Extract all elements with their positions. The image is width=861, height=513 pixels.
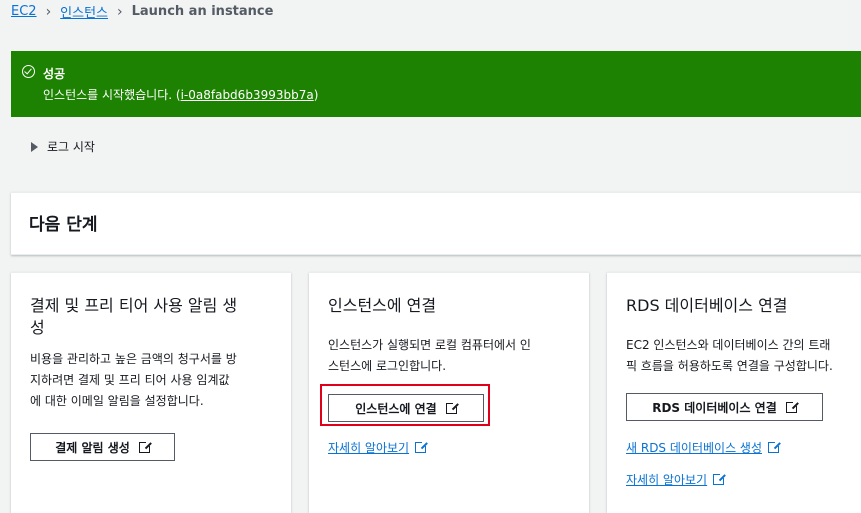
- create-rds-link[interactable]: 새 RDS 데이터베이스 생성: [626, 439, 781, 456]
- connect-rds-button[interactable]: RDS 데이터베이스 연결: [626, 393, 823, 421]
- breadcrumb: EC2 › 인스턴스 › Launch an instance: [11, 2, 274, 22]
- caret-right-icon: [31, 141, 38, 152]
- card-desc-line3: 에 대한 이메일 알림을 설정합니다.: [30, 394, 204, 408]
- card-title-line1: 결제 및 프리 티어 사용 알림 생: [30, 296, 238, 315]
- button-label: 결제 알림 생성: [55, 440, 130, 455]
- card-title: 결제 및 프리 티어 사용 알림 생 성: [30, 295, 237, 339]
- breadcrumb-ec2-link[interactable]: EC2: [11, 4, 37, 19]
- card-title-line2: 성: [30, 318, 45, 337]
- learn-more-link[interactable]: 자세히 알아보기: [626, 471, 727, 488]
- highlight-box: [320, 384, 490, 426]
- card-description: 인스턴스가 실행되면 로컬 컴퓨터에서 인 스턴스에 로그인합니다.: [328, 335, 531, 377]
- card-desc-line2: 픽 흐름을 허용하도록 연결을 구성합니다.: [626, 359, 833, 373]
- breadcrumb-current: Launch an instance: [131, 4, 274, 19]
- link-label: 자세히 알아보기: [328, 441, 410, 455]
- create-billing-alert-button[interactable]: 결제 알림 생성: [30, 433, 175, 461]
- external-link-icon: [785, 399, 799, 413]
- flash-message-suffix: ): [313, 88, 319, 102]
- log-expander-label: 로그 시작: [47, 140, 95, 154]
- breadcrumb-instances-link[interactable]: 인스턴스: [60, 2, 108, 21]
- chevron-right-icon: ›: [45, 3, 52, 20]
- card-title: RDS 데이터베이스 연결: [626, 296, 788, 315]
- card-description: EC2 인스턴스와 데이터베이스 간의 트래 픽 흐름을 허용하도록 연결을 구…: [626, 335, 833, 377]
- log-expander[interactable]: 로그 시작: [31, 138, 95, 155]
- success-flash: 성공 인스턴스를 시작했습니다. (i-0a8fabd6b3993bb7a): [11, 51, 861, 117]
- flash-message-prefix: 인스턴스를 시작했습니다. (: [43, 88, 181, 102]
- card-desc-line1: EC2 인스턴스와 데이터베이스 간의 트래: [626, 338, 831, 352]
- link-label: 새 RDS 데이터베이스 생성: [626, 441, 762, 455]
- rds-connect-card: RDS 데이터베이스 연결 EC2 인스턴스와 데이터베이스 간의 트래 픽 흐…: [607, 272, 861, 513]
- learn-more-link[interactable]: 자세히 알아보기: [328, 439, 429, 456]
- card-desc-line1: 인스턴스가 실행되면 로컬 컴퓨터에서 인: [328, 338, 531, 352]
- card-desc-line1: 비용을 관리하고 높은 금액의 청구서를 방: [30, 352, 237, 366]
- next-steps-panel: 다음 단계: [11, 192, 861, 255]
- flash-title: 성공: [43, 67, 66, 81]
- button-label: RDS 데이터베이스 연결: [652, 400, 777, 415]
- external-link-icon: [138, 439, 152, 453]
- instance-id-link[interactable]: i-0a8fabd6b3993bb7a: [181, 88, 314, 102]
- external-link-icon: [713, 472, 727, 485]
- success-check-icon: [22, 65, 35, 78]
- card-desc-line2: 지하려면 결제 및 프리 티어 사용 임계값: [30, 373, 230, 387]
- chevron-right-icon: ›: [117, 3, 123, 20]
- external-link-icon: [415, 440, 429, 453]
- external-link-icon: [768, 440, 781, 453]
- flash-message: 인스턴스를 시작했습니다. (i-0a8fabd6b3993bb7a): [43, 86, 318, 103]
- card-description: 비용을 관리하고 높은 금액의 청구서를 방 지하려면 결제 및 프리 티어 사…: [30, 349, 237, 412]
- next-steps-title: 다음 단계: [29, 215, 98, 235]
- billing-alert-card: 결제 및 프리 티어 사용 알림 생 성 비용을 관리하고 높은 금액의 청구서…: [11, 272, 291, 513]
- card-title: 인스턴스에 연결: [328, 296, 437, 315]
- link-label: 자세히 알아보기: [626, 473, 708, 487]
- card-desc-line2: 스턴스에 로그인합니다.: [328, 359, 447, 373]
